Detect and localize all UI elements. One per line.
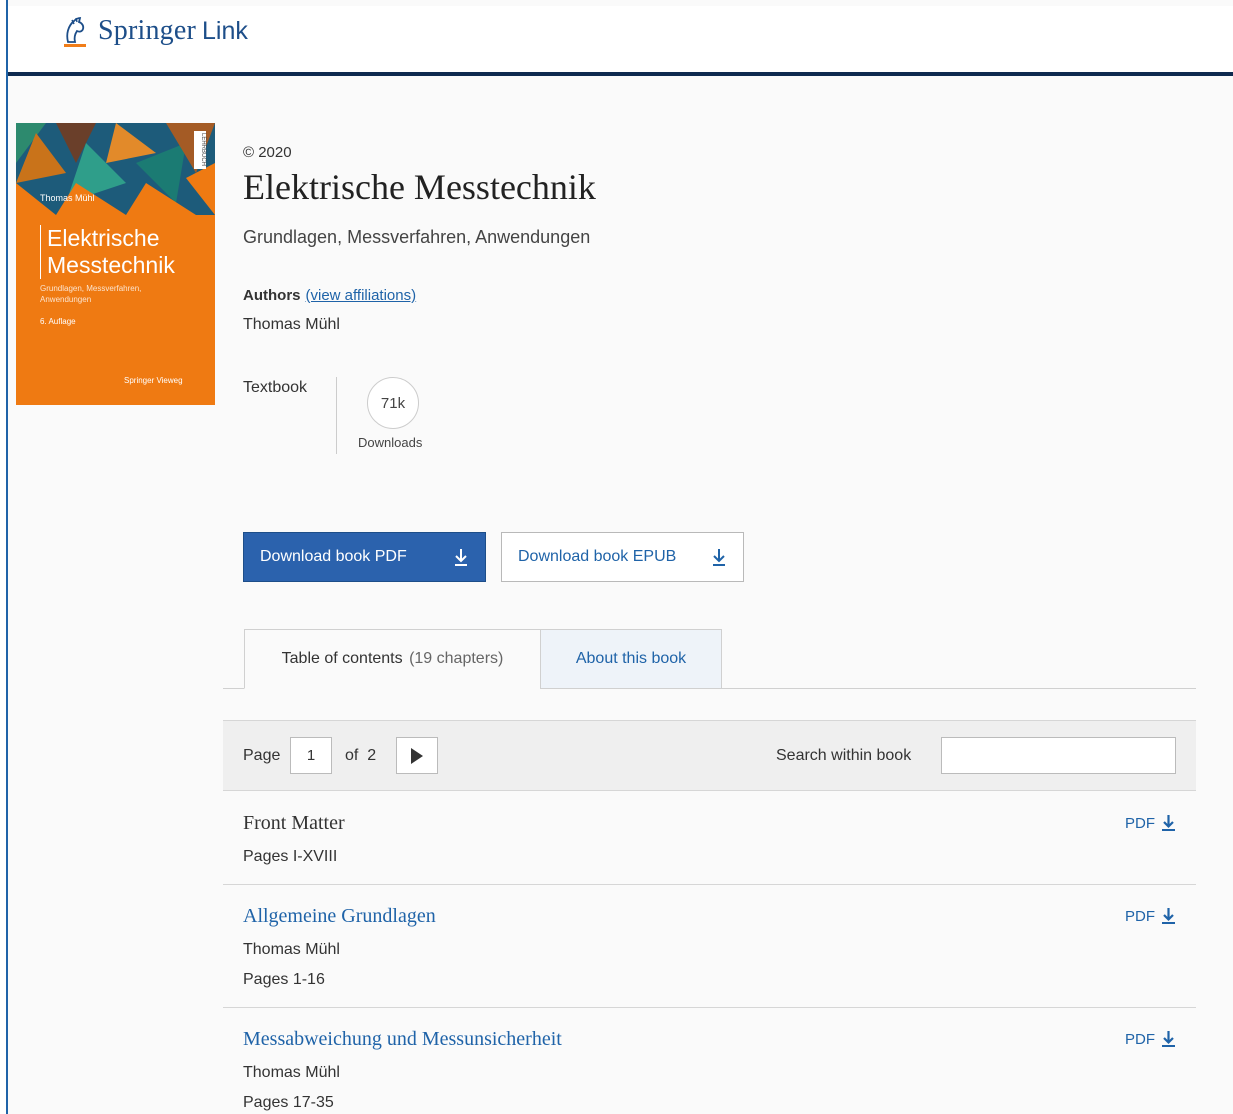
chapter-pages: Pages 17-35: [243, 1094, 334, 1111]
downloads-count: 71k: [367, 377, 419, 429]
site-header: Springer Link: [8, 6, 1233, 76]
cover-edition: 6. Auflage: [40, 317, 76, 326]
springerlink-logo[interactable]: Springer Link: [60, 14, 248, 48]
cover-publisher: Springer Vieweg: [124, 376, 183, 385]
book-subtitle: Grundlagen, Messverfahren, Anwendungen: [243, 227, 591, 247]
tab-toc-label: Table of contents: [281, 650, 403, 667]
download-pdf-button[interactable]: Download book PDF: [243, 532, 486, 582]
chapter-row: Allgemeine Grundlagen Thomas Mühl Pages …: [223, 885, 1196, 1008]
chapter-pages: Pages 1-16: [243, 971, 325, 988]
next-page-button[interactable]: [396, 737, 438, 774]
download-epub-button[interactable]: Download book EPUB: [501, 532, 744, 582]
springer-horse-icon: [64, 17, 86, 47]
chapter-pdf-link[interactable]: PDF: [1125, 907, 1176, 925]
view-affiliations-link[interactable]: (view affiliations): [306, 287, 417, 304]
pagination-bar: Page 1 of 2 Search within book: [223, 720, 1196, 791]
book-cover[interactable]: LEHRBUCH Thomas Mühl Elektrische Messtec…: [16, 123, 215, 405]
cover-title: Elektrische Messtechnik: [40, 225, 175, 279]
book-type: Textbook: [243, 379, 308, 396]
download-icon: [713, 549, 725, 566]
download-icon: [1162, 815, 1175, 831]
download-icon: [1162, 1031, 1175, 1047]
page-of-total: of 2: [345, 747, 376, 765]
cover-title-line1: Elektrische: [47, 225, 160, 251]
cover-spine-label: LEHRBUCH: [194, 131, 206, 169]
download-icon: [455, 549, 467, 566]
download-icon: [1162, 908, 1175, 924]
download-epub-label: Download book EPUB: [518, 548, 677, 565]
chapter-title-link[interactable]: Allgemeine Grundlagen: [243, 905, 436, 928]
authors-heading: Authors (view affiliations): [243, 287, 416, 304]
brand-name: Springer: [98, 15, 197, 46]
play-arrow-icon: [411, 747, 423, 764]
search-within-book-input[interactable]: [941, 737, 1176, 774]
brand-suffix: Link: [202, 16, 248, 45]
chapter-pdf-link[interactable]: PDF: [1125, 814, 1176, 832]
chapter-pdf-link[interactable]: PDF: [1125, 1030, 1176, 1048]
pdf-label: PDF: [1125, 814, 1155, 832]
of-label: of: [345, 747, 359, 764]
page-number-input[interactable]: 1: [290, 737, 332, 774]
chapter-pages: Pages I-XVIII: [243, 848, 338, 865]
chapter-row: Messabweichung und Messunsicherheit Thom…: [223, 1008, 1196, 1114]
downloads-label: Downloads: [358, 435, 423, 450]
page-title: Elektrische Messtechnik: [243, 167, 596, 207]
search-within-book-label: Search within book: [776, 747, 912, 764]
tab-toc-count: (19 chapters): [409, 650, 504, 667]
cover-subtitle: Grundlagen, Messverfahren, Anwendungen: [40, 284, 142, 304]
cover-title-line2: Messtechnik: [47, 252, 175, 278]
window-frame-left: [0, 0, 8, 1114]
chapter-title: Front Matter: [243, 812, 345, 834]
chapter-author: Thomas Mühl: [243, 941, 340, 958]
chapter-author: Thomas Mühl: [243, 1064, 340, 1081]
chapter-title-link[interactable]: Messabweichung und Messunsicherheit: [243, 1028, 562, 1051]
authors-label: Authors: [243, 287, 301, 304]
tab-about-label: About this book: [575, 650, 687, 667]
pdf-label: PDF: [1125, 1030, 1155, 1048]
chapter-row: Front Matter Pages I-XVIII PDF: [223, 792, 1196, 885]
author-name[interactable]: Thomas Mühl: [243, 316, 340, 334]
tab-table-of-contents[interactable]: Table of contents (19 chapters): [244, 629, 541, 689]
tab-about-this-book[interactable]: About this book: [540, 629, 722, 689]
total-pages: 2: [367, 747, 377, 764]
download-pdf-label: Download book PDF: [260, 548, 407, 565]
page-label: Page: [243, 747, 281, 764]
pdf-label: PDF: [1125, 907, 1155, 925]
metrics-divider: [336, 377, 337, 454]
cover-author: Thomas Mühl: [40, 193, 95, 203]
copyright: © 2020: [243, 144, 292, 161]
